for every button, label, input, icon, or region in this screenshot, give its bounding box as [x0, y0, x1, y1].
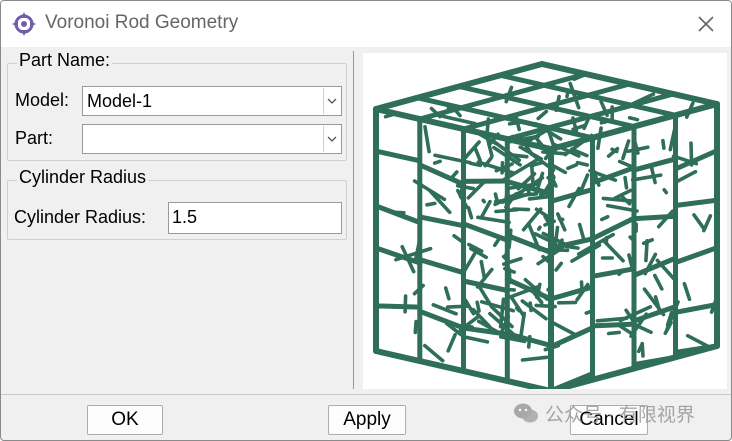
watermark-text: 公众号 · 有限视界 [545, 405, 695, 426]
apply-button[interactable]: Apply [328, 405, 406, 435]
model-label: Model: [15, 90, 70, 110]
parameters-panel: Part Name: Model: Model-1 Part: Cylinder… [1, 47, 353, 392]
panel-divider [353, 51, 354, 389]
cylinder-radius-group: Cylinder Radius Cylinder Radius: [7, 167, 347, 240]
part-name-group: Part Name: Model: Model-1 Part: [7, 50, 347, 161]
chevron-down-icon[interactable] [323, 126, 340, 152]
wechat-icon [514, 403, 538, 423]
window-title: Voronoi Rod Geometry [45, 12, 239, 33]
chevron-down-icon[interactable] [323, 88, 340, 114]
ok-button[interactable]: OK [87, 405, 163, 435]
cylinder-radius-legend: Cylinder Radius [17, 167, 149, 188]
part-name-legend: Part Name: [17, 50, 113, 71]
button-bar-separator [1, 394, 731, 395]
close-icon[interactable] [691, 9, 721, 39]
title-bar: Voronoi Rod Geometry [1, 1, 731, 47]
app-icon [12, 12, 36, 36]
geometry-preview [363, 53, 727, 394]
cylinder-radius-label: Cylinder Radius: [14, 207, 147, 227]
model-combo-value: Model-1 [87, 91, 153, 111]
part-label: Part: [15, 128, 54, 148]
cylinder-radius-field[interactable] [168, 202, 342, 234]
voronoi-lattice-cube-image [373, 61, 720, 394]
model-combo[interactable]: Model-1 [82, 86, 342, 116]
voronoi-rod-geometry-dialog: Voronoi Rod Geometry Part Name: Model: M… [0, 0, 732, 441]
part-combo[interactable] [82, 124, 342, 154]
cylinder-radius-input[interactable] [172, 207, 332, 228]
